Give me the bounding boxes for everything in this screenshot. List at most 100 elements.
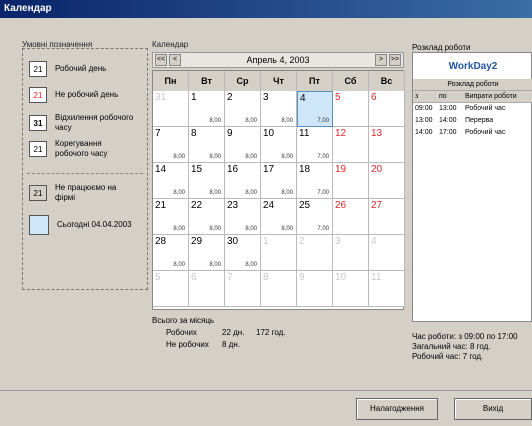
window-title: Календар [0, 0, 532, 18]
calendar-day-cell[interactable]: 11 [369, 271, 405, 307]
legend-text-workday: Робочий день [55, 64, 107, 73]
calendar-day-cell[interactable]: 21 8,00 [153, 199, 189, 235]
day-number: 29 [191, 236, 203, 247]
calendar-day-cell[interactable]: 4 [369, 235, 405, 271]
calendar-day-cell[interactable]: 9 8,00 [225, 127, 261, 163]
calendar-day-cell[interactable]: 1 [261, 235, 297, 271]
prev-month-button[interactable]: < [169, 54, 181, 66]
exit-button[interactable]: Вихід [454, 398, 532, 420]
calendar-day-cell[interactable]: 12 [333, 127, 369, 163]
schedule-info-worktime: Робочий час: 7 год. [412, 352, 484, 361]
calendar-day-cell[interactable]: 16 8,00 [225, 163, 261, 199]
calendar-day-cell[interactable]: 30 8,00 [225, 235, 261, 271]
calendar-day-cell[interactable]: 6 [369, 91, 405, 127]
calendar-day-cell[interactable]: 25 7,00 [297, 199, 333, 235]
calendar-day-cell[interactable]: 5 [153, 271, 189, 307]
column-header-to[interactable]: по [437, 91, 463, 102]
calendar-label: Календар [152, 40, 189, 49]
calendar-day-cell[interactable]: 7 8,00 [153, 127, 189, 163]
legend-chip-deviation: 31 [29, 115, 47, 131]
calendar-day-cell[interactable]: 31 [153, 91, 189, 127]
legend-text-nonworkday: Не робочий день [55, 90, 119, 99]
day-number: 26 [335, 200, 347, 211]
calendar-day-cell[interactable]: 26 [333, 199, 369, 235]
calendar-day-cell[interactable]: 17 8,00 [261, 163, 297, 199]
column-header-type[interactable]: Випрати роботи [463, 91, 532, 102]
day-number: 6 [371, 92, 377, 103]
day-hours: 8,00 [173, 226, 185, 232]
legend-text-not-working: Не працюємо на фірмі [55, 183, 117, 202]
calendar-day-cell[interactable]: 1 8,00 [189, 91, 225, 127]
day-hours: 8,00 [245, 190, 257, 196]
calendar-day-cell[interactable]: 20 [369, 163, 405, 199]
cell-to: 14:00 [439, 117, 457, 124]
day-number: 21 [155, 200, 167, 211]
day-number: 8 [191, 128, 197, 139]
cell-type: Робочий час [465, 129, 506, 136]
calendar-day-cell[interactable]: 2 8,00 [225, 91, 261, 127]
day-number: 9 [227, 128, 233, 139]
calendar-day-cell[interactable]: 5 [333, 91, 369, 127]
legend-item-correction: 21 Корегування робочого часу [29, 139, 135, 159]
day-number: 3 [263, 92, 269, 103]
calendar-day-cell[interactable]: 18 7,00 [297, 163, 333, 199]
prev-year-button[interactable]: << [155, 54, 167, 66]
day-number: 22 [191, 200, 203, 211]
calendar-day-cell[interactable]: 11 7,00 [297, 127, 333, 163]
day-number: 15 [191, 164, 203, 175]
calendar-day-cell[interactable]: 28 8,00 [153, 235, 189, 271]
day-hours: 8,00 [209, 262, 221, 268]
day-number: 13 [371, 128, 383, 139]
calendar-day-cell[interactable]: 10 [333, 271, 369, 307]
calendar-day-cell[interactable]: 3 [333, 235, 369, 271]
legend-item-workday: 21 Робочий день [29, 61, 135, 77]
calendar-day-cell[interactable]: 23 8,00 [225, 199, 261, 235]
day-number: 5 [335, 92, 341, 103]
calendar-day-cell[interactable]: 27 [369, 199, 405, 235]
next-year-button[interactable]: >> [389, 54, 401, 66]
table-row[interactable]: 13:00 14:00 Перерва [413, 115, 532, 127]
day-number: 18 [299, 164, 311, 175]
calendar-day-cell[interactable]: 13 [369, 127, 405, 163]
summary-label: Всього за місяць [152, 316, 215, 325]
calendar-day-cell[interactable]: 9 [297, 271, 333, 307]
table-row[interactable]: 09:00 13:00 Робочий час [413, 103, 532, 115]
calendar-day-cell[interactable]: 10 8,00 [261, 127, 297, 163]
weekday-header: Сб [333, 71, 369, 91]
day-hours: 8,00 [209, 190, 221, 196]
calendar-day-cell[interactable]: 19 [333, 163, 369, 199]
summary-work-hours: 172 год. [256, 328, 286, 337]
weekday-header: Ср [225, 71, 261, 91]
cell-type: Перерва [465, 117, 494, 124]
calendar-day-cell[interactable]: 22 8,00 [189, 199, 225, 235]
calendar-day-cell[interactable]: 24 8,00 [261, 199, 297, 235]
calendar-day-cell[interactable]: 8 [261, 271, 297, 307]
day-number: 5 [155, 272, 161, 283]
calendar-day-cell[interactable]: 6 [189, 271, 225, 307]
calendar-grid: Пн Вт Ср Чт Пт Сб Вс 31 1 8,00 2 8,00 3 8,00 4 7,00 5 6 7 8… [152, 70, 405, 310]
day-hours: 8,00 [173, 262, 185, 268]
legend-box: 21 Робочий день 21 Не робочий день 31 Ві… [22, 48, 148, 290]
calendar-day-cell[interactable]: 2 [297, 235, 333, 271]
calendar-window: Календар Умовні позначення 21 Робочий де… [0, 0, 532, 426]
calendar-day-cell[interactable]: 15 8,00 [189, 163, 225, 199]
calendar-day-cell[interactable]: 4 7,00 [297, 91, 333, 127]
day-hours: 8,00 [281, 190, 293, 196]
table-row[interactable]: 14:00 17:00 Робочий час [413, 127, 532, 139]
calendar-day-cell[interactable]: 3 8,00 [261, 91, 297, 127]
column-header-from[interactable]: з [413, 91, 437, 102]
day-number: 28 [155, 236, 167, 247]
day-number: 14 [155, 164, 167, 175]
settings-button[interactable]: Налагодження [356, 398, 438, 420]
calendar-day-cell[interactable]: 29 8,00 [189, 235, 225, 271]
day-hours: 7,00 [317, 118, 329, 124]
weekday-header: Пт [297, 71, 333, 91]
calendar-day-cell[interactable]: 7 [225, 271, 261, 307]
day-number: 19 [335, 164, 347, 175]
legend-chip-correction: 21 [29, 141, 47, 157]
next-month-button[interactable]: > [375, 54, 387, 66]
calendar-day-cell[interactable]: 14 8,00 [153, 163, 189, 199]
cell-from: 09:00 [415, 105, 433, 112]
calendar-day-cell[interactable]: 8 8,00 [189, 127, 225, 163]
bottom-divider [0, 390, 532, 391]
